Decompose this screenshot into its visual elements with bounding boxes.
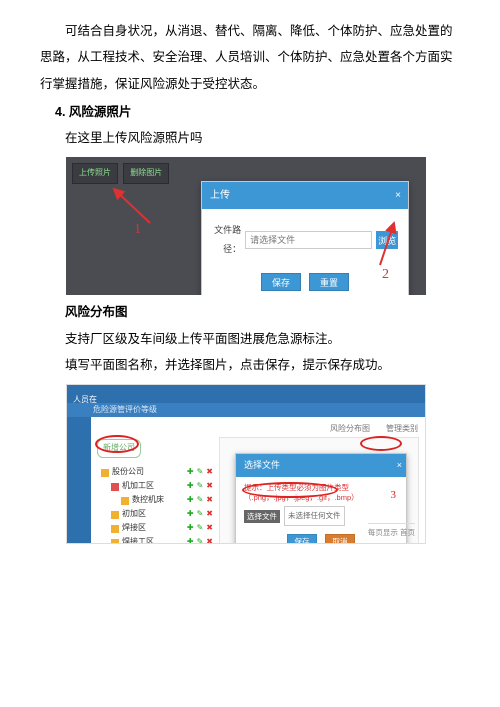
tab-strip: 风险分布图 管理类别 (327, 421, 421, 438)
screenshot-distribution-map: 人员在 危险源管评价等级 风险分布图 管理类别 新增公司 股份公司✚✎✖机加工区… (66, 384, 426, 544)
node-icon (111, 525, 119, 533)
close-icon[interactable]: × (397, 456, 402, 475)
dialog-title: 选择文件 (244, 456, 280, 475)
heading-4: 4. 风险源照片 (40, 99, 460, 125)
choose-file-button[interactable]: 选择文件 (244, 510, 280, 523)
save-button[interactable]: 保存 (287, 534, 317, 544)
dialog-title: 上传 (210, 185, 230, 206)
app-header: 人员在 (67, 385, 425, 403)
paragraph: 支持厂区级及车间级上传平面图进展危急源标注。 (40, 326, 460, 352)
node-icon (101, 469, 109, 477)
heading-5: 风险分布图 (40, 299, 460, 325)
callout-ring (242, 482, 338, 498)
tree-item[interactable]: 焊接工区✚✎✖ (95, 536, 213, 544)
node-label: 焊接工区 (122, 534, 184, 544)
main-area: 风险分布图 管理类别 新增公司 股份公司✚✎✖机加工区✚✎✖数控机床✚✎✖初加区… (91, 417, 425, 543)
upload-photo-button[interactable]: 上传照片 (72, 163, 118, 184)
delete-icon[interactable]: ✖ (206, 534, 213, 544)
callout-ring (95, 435, 139, 453)
paragraph: 填写平面图名称，并选择图片，点击保存，提示保存成功。 (40, 352, 460, 378)
pager-text: 每页显示 首页 (368, 523, 415, 541)
node-icon (111, 483, 119, 491)
delete-photo-button[interactable]: 删除图片 (123, 163, 169, 184)
arrow-icon (106, 185, 154, 227)
side-nav (67, 417, 91, 543)
org-tree: 新增公司 股份公司✚✎✖机加工区✚✎✖数控机床✚✎✖初加区✚✎✖焊接区✚✎✖焊接… (95, 439, 213, 544)
close-icon[interactable]: × (392, 185, 404, 206)
callout-number-2: 2 (382, 260, 389, 289)
paragraph: 在这里上传风险源照片吗 (40, 125, 460, 151)
edit-icon[interactable]: ✎ (197, 534, 204, 544)
dialog-titlebar: 上传 × (202, 182, 408, 209)
file-path-label: 文件路径： (212, 221, 241, 259)
toolbar: 上传照片 删除图片 (72, 163, 169, 184)
node-icon (121, 497, 129, 505)
save-button[interactable]: 保存 (261, 273, 301, 291)
callout-number-1: 1 (134, 215, 141, 244)
callout-ring (360, 436, 402, 451)
file-path-input[interactable] (245, 231, 372, 249)
selected-file-label: 未选择任何文件 (284, 506, 345, 526)
screenshot-upload-photo: 上传照片 删除图片 1 上传 × 文件路径： 浏览 保存 重置 2 (66, 157, 426, 295)
breadcrumb: 危险源管评价等级 (67, 403, 425, 417)
node-icon (111, 539, 119, 544)
tab-distribution[interactable]: 风险分布图 (327, 421, 373, 438)
paragraph: 可结合自身状况，从消退、替代、隔离、降低、个体防护、应急处置的思路，从工程技术、… (40, 18, 460, 97)
node-icon (111, 511, 119, 519)
add-icon[interactable]: ✚ (187, 534, 194, 544)
tab-manage-category[interactable]: 管理类别 (383, 421, 421, 438)
cancel-button[interactable]: 取消 (325, 534, 355, 544)
reset-button[interactable]: 重置 (309, 273, 349, 291)
callout-number-3: 3 (391, 484, 397, 507)
